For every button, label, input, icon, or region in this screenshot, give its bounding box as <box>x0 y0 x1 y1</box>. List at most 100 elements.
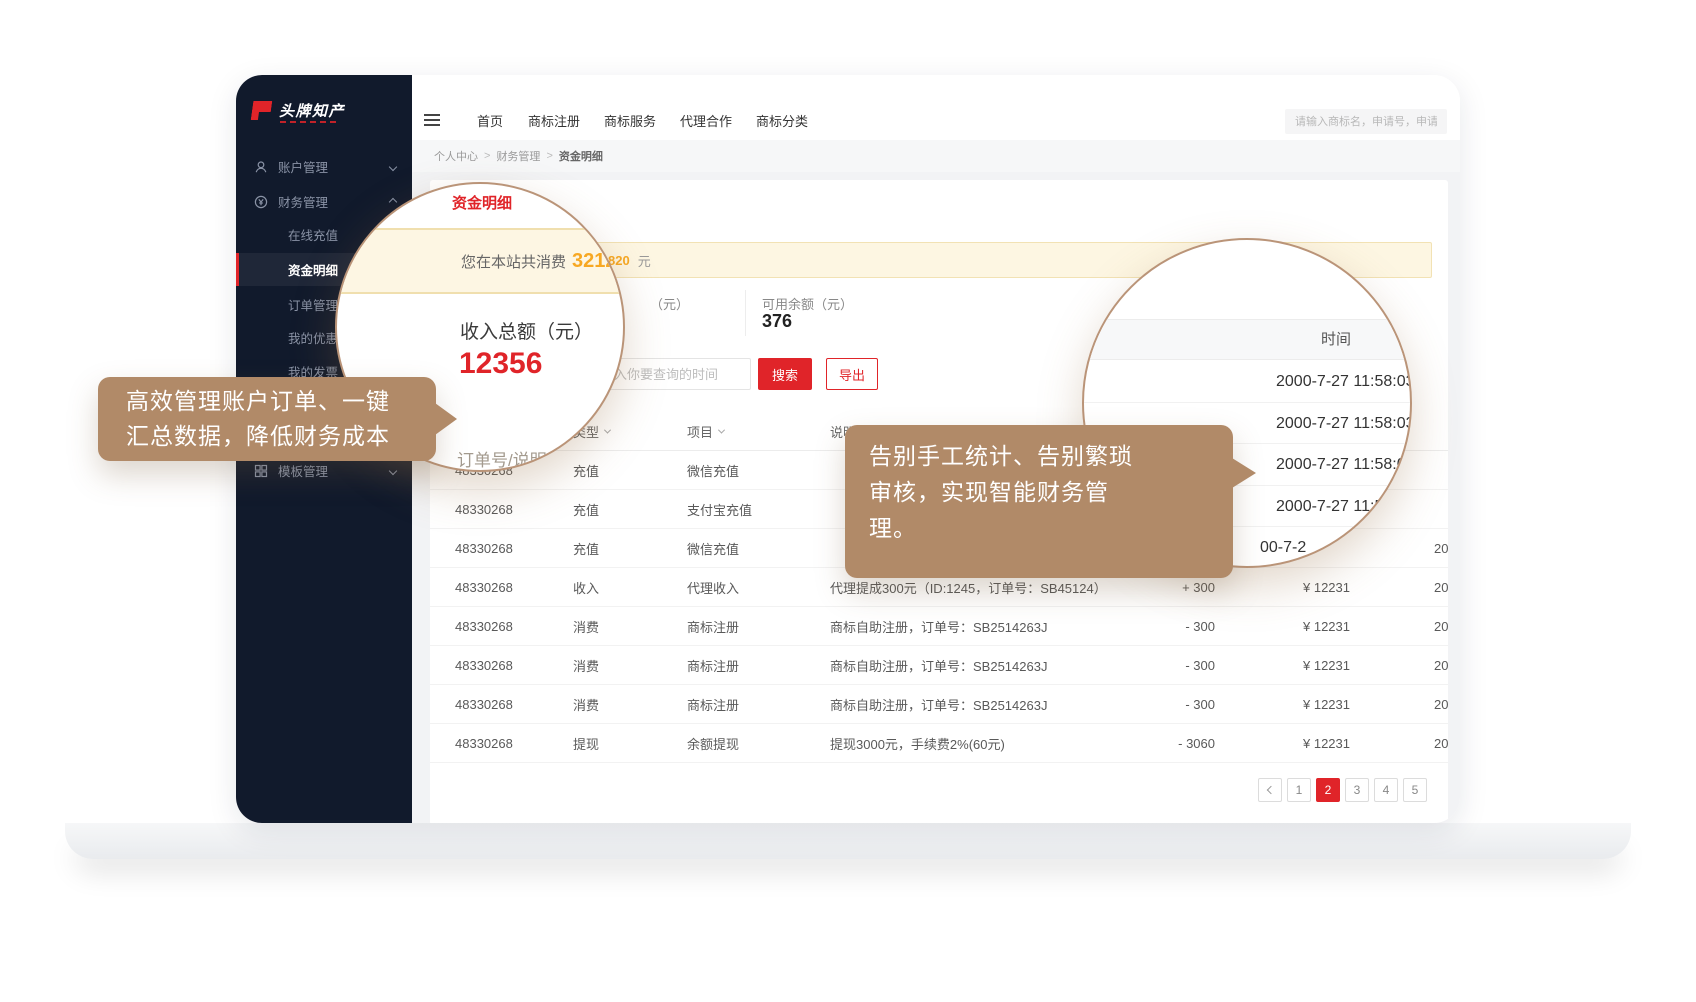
page-background: 头牌知产 账户管理 财务管理 在线充值 资金明细 <box>0 0 1696 1002</box>
cell-item: 商标注册 <box>687 646 739 684</box>
cell-amount: - 300 <box>1120 685 1215 723</box>
expense-unit-label: （元） <box>650 294 689 313</box>
callout-right: 告别手工统计、告别繁琐 审核，实现智能财务管 理。 <box>845 425 1233 578</box>
sidebar-item-label: 资金明细 <box>288 260 338 279</box>
cell-balance: ¥ 12231 <box>1255 685 1350 723</box>
cell-amount: - 300 <box>1120 646 1215 684</box>
cell-type: 充值 <box>573 529 599 567</box>
sidebar-item-label: 财务管理 <box>278 192 328 211</box>
cell-type: 消费 <box>573 685 599 723</box>
trademark-search-input[interactable] <box>1285 109 1447 134</box>
breadcrumb-item[interactable]: 个人中心 <box>434 148 478 164</box>
header-item[interactable]: 项目 <box>687 413 724 450</box>
cell-item: 余额提现 <box>687 724 739 762</box>
table-row: 48330268 提现 余额提现 提现3000元，手续费2%(60元) - 30… <box>430 724 1448 763</box>
pagination-prev-button[interactable] <box>1258 778 1282 802</box>
cell-type: 消费 <box>573 646 599 684</box>
lens-income-label: 收入总额（元） <box>460 317 593 344</box>
cell-item: 支付宝充值 <box>687 490 752 528</box>
breadcrumb-item[interactable]: 财务管理 <box>496 148 540 164</box>
cell-order: 48330268 <box>455 607 513 645</box>
sidebar-item-finance[interactable]: 财务管理 <box>236 185 412 218</box>
user-icon <box>254 160 268 174</box>
table-row: 48330268 消费 商标注册 商标自助注册，订单号：SB2514263J -… <box>430 685 1448 724</box>
template-icon <box>254 464 268 478</box>
cell-order: 48330268 <box>455 646 513 684</box>
cell-time: 2000-7-27 11:58:03 <box>1434 724 1448 762</box>
nav-item-trademark-class[interactable]: 商标分类 <box>756 111 808 130</box>
lens-banner-prefix: 您在本站共消费 <box>461 251 566 272</box>
cell-desc: 提现3000元，手续费2%(60元) <box>830 724 1005 762</box>
lens-consumption-banner: 您在本站共消费 32124 元 <box>335 228 625 294</box>
lens-page-title: 资金明细 <box>452 192 512 213</box>
brand-logo-subtext <box>280 121 336 123</box>
cell-balance: ¥ 12231 <box>1255 568 1350 606</box>
chevron-left-icon <box>1267 786 1275 794</box>
laptop-base <box>65 823 1631 859</box>
callout-left-line: 高效管理账户订单、一键 <box>126 384 436 419</box>
chevron-down-icon <box>389 162 397 170</box>
stats-divider <box>745 290 746 336</box>
sort-caret-icon <box>718 427 725 434</box>
pagination-page-button[interactable]: 4 <box>1374 778 1398 802</box>
lens-income-value: 12356 <box>459 347 542 381</box>
pagination-page-button-active[interactable]: 2 <box>1316 778 1340 802</box>
breadcrumb-separator: > <box>484 150 490 162</box>
callout-left-line: 汇总数据，降低财务成本 <box>126 419 436 454</box>
brand-logo-text: 头牌知产 <box>279 100 345 121</box>
cell-balance: ¥ 12231 <box>1255 646 1350 684</box>
export-button[interactable]: 导出 <box>826 358 878 390</box>
nav-item-trademark-service[interactable]: 商标服务 <box>604 111 656 130</box>
callout-right-line: 理。 <box>869 510 1233 546</box>
lens-time-header-label: 时间 <box>1321 320 1351 359</box>
cell-order: 48330268 <box>455 529 513 567</box>
pagination: 1 2 3 4 5 <box>1258 778 1427 802</box>
cell-item: 代理收入 <box>687 568 739 606</box>
cell-type: 消费 <box>573 607 599 645</box>
cell-order: 48330268 <box>455 490 513 528</box>
sidebar-item-label: 订单管理 <box>288 295 338 314</box>
cell-type: 提现 <box>573 724 599 762</box>
breadcrumb-separator: > <box>546 150 552 162</box>
chevron-up-icon <box>389 197 397 205</box>
cell-type: 充值 <box>573 490 599 528</box>
breadcrumb-item-current: 资金明细 <box>559 148 603 164</box>
pagination-page-button[interactable]: 5 <box>1403 778 1427 802</box>
cell-time: 2000-7-27 11:58:03 <box>1434 646 1448 684</box>
cell-item: 商标注册 <box>687 607 739 645</box>
table-row: 48330268 消费 商标注册 商标自助注册，订单号：SB2514263J -… <box>430 607 1448 646</box>
callout-arrow-icon <box>1232 458 1256 488</box>
breadcrumb: 个人中心 > 财务管理 > 资金明细 <box>412 140 1460 172</box>
chevron-down-icon <box>389 466 397 474</box>
cell-item: 微信充值 <box>687 529 739 567</box>
nav-item-home[interactable]: 首页 <box>476 111 504 130</box>
cell-desc: 商标自助注册，订单号：SB2514263J <box>830 685 1047 723</box>
cell-item: 微信充值 <box>687 451 739 489</box>
pagination-page-button[interactable]: 3 <box>1345 778 1369 802</box>
pagination-page-button[interactable]: 1 <box>1287 778 1311 802</box>
callout-arrow-icon <box>435 403 457 435</box>
nav-links: 首页 商标注册 商标服务 代理合作 商标分类 <box>476 100 808 140</box>
cell-type: 收入 <box>573 568 599 606</box>
cell-time: 2000-7-27 11:58:03 <box>1434 685 1448 723</box>
nav-item-trademark-register[interactable]: 商标注册 <box>528 111 580 130</box>
cell-amount: - 300 <box>1120 607 1215 645</box>
finance-icon <box>254 195 268 209</box>
lens-time-row: 2000-7-27 11:58:03 <box>1084 361 1410 403</box>
cell-item: 商标注册 <box>687 685 739 723</box>
sort-caret-icon <box>604 427 611 434</box>
callout-left: 高效管理账户订单、一键 汇总数据，降低财务成本 <box>98 377 436 461</box>
cell-amount: - 3060 <box>1120 724 1215 762</box>
brand-logo-icon <box>251 101 273 120</box>
balance-value: 376 <box>762 311 792 332</box>
cell-desc: 商标自助注册，订单号：SB2514263J <box>830 646 1047 684</box>
table-row: 48330268 消费 商标注册 商标自助注册，订单号：SB2514263J -… <box>430 646 1448 685</box>
search-button[interactable]: 搜索 <box>758 358 812 390</box>
sidebar-item-label: 在线充值 <box>288 225 338 244</box>
sidebar-item-account[interactable]: 账户管理 <box>236 150 412 183</box>
menu-icon[interactable] <box>424 114 440 126</box>
sidebar-item-label: 模板管理 <box>278 461 328 480</box>
brand-logo[interactable]: 头牌知产 <box>252 95 345 125</box>
nav-item-agent[interactable]: 代理合作 <box>680 111 732 130</box>
cell-time: 2000-7-27 11:58:03 <box>1434 529 1448 567</box>
